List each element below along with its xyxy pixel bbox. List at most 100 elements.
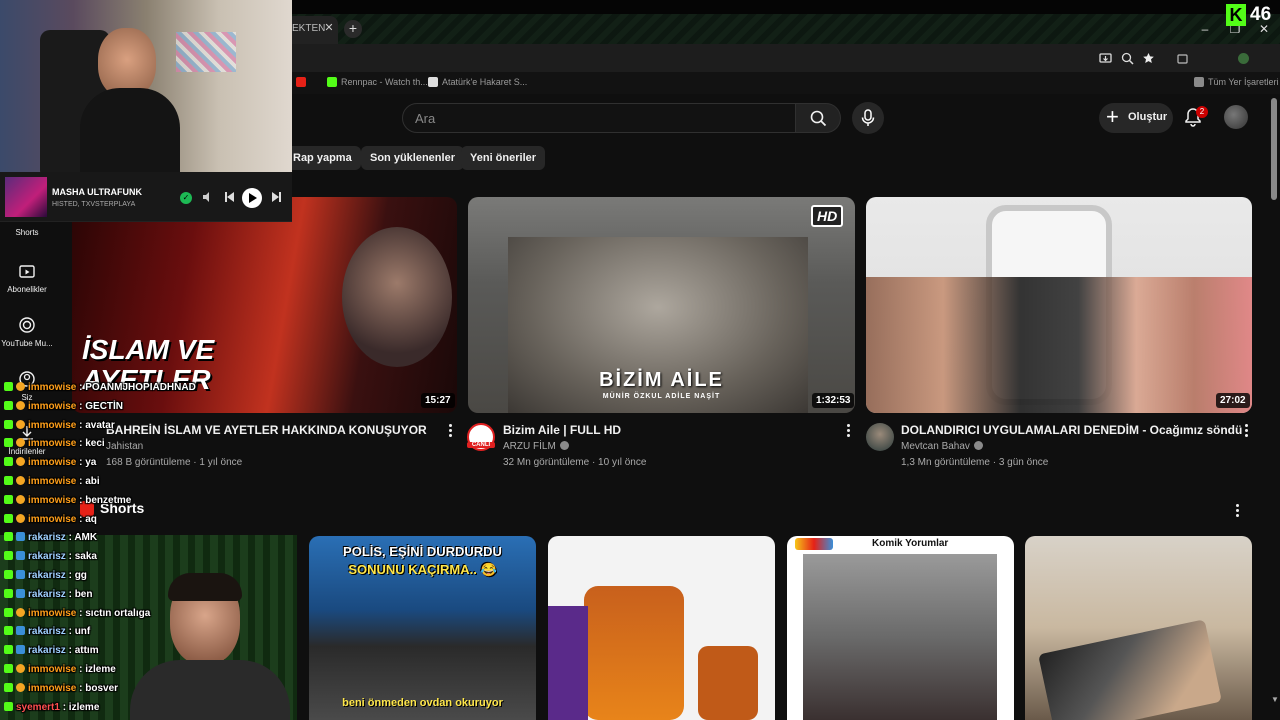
subscriber-badge-icon bbox=[16, 626, 25, 636]
search-icon bbox=[810, 110, 827, 127]
kick-badge-icon bbox=[4, 701, 13, 711]
chat-username[interactable]: immowise bbox=[28, 401, 76, 412]
chat-username[interactable]: immowise bbox=[28, 420, 76, 431]
channel-name[interactable]: Jahistan bbox=[106, 441, 143, 452]
search-button[interactable] bbox=[795, 103, 841, 133]
kick-badge-icon bbox=[4, 570, 13, 579]
new-tab-button[interactable]: + bbox=[344, 20, 362, 38]
search-input[interactable]: Ara bbox=[402, 103, 796, 133]
chat-username[interactable]: immowise bbox=[28, 664, 76, 675]
all-bookmarks-link[interactable]: Tüm Yer İşaretleri bbox=[1208, 77, 1279, 87]
folder-icon[interactable] bbox=[1194, 77, 1204, 87]
more-options-icon[interactable] bbox=[845, 424, 851, 439]
chat-username[interactable]: syemert1 bbox=[16, 702, 60, 713]
short-package bbox=[548, 606, 588, 720]
volume-icon[interactable] bbox=[202, 191, 214, 206]
thumbnail-subtext: MÜNİR ÖZKUL ADİLE NAŞİT bbox=[602, 393, 721, 400]
chat-message: rakarisz : saka bbox=[4, 551, 97, 567]
video-duration: 27:02 bbox=[1216, 393, 1250, 408]
chat-text: : abi bbox=[76, 476, 100, 487]
chat-username[interactable]: rakarisz bbox=[28, 589, 66, 600]
verified-icon bbox=[973, 441, 983, 450]
chat-text: : izleme bbox=[76, 664, 116, 675]
more-options-icon[interactable] bbox=[1243, 424, 1249, 439]
chat-username[interactable]: immowise bbox=[28, 514, 76, 525]
og-badge-icon bbox=[16, 494, 25, 504]
bookmark-item[interactable]: Atatürk'e Hakaret S... bbox=[442, 77, 527, 87]
liked-check-icon[interactable]: ✓ bbox=[180, 192, 192, 204]
nav-shorts[interactable]: Shorts bbox=[0, 228, 54, 237]
minimize-button[interactable]: – bbox=[1190, 18, 1220, 40]
short-card[interactable]: Komik Yorumlar bbox=[787, 536, 1014, 720]
page-icon[interactable] bbox=[428, 77, 438, 87]
previous-track-icon[interactable] bbox=[223, 191, 235, 206]
youtube-icon[interactable] bbox=[296, 77, 306, 87]
short-card[interactable]: POLİS, EŞİNİ DURDURDU SONUNU KAÇIRMA.. 😂… bbox=[309, 536, 536, 720]
profile-icon[interactable] bbox=[1236, 52, 1250, 66]
chat-username[interactable]: rakarisz bbox=[28, 532, 66, 543]
chat-username[interactable]: rakarisz bbox=[28, 551, 66, 562]
thumbnail-people bbox=[866, 277, 1252, 413]
chat-username[interactable]: immowise bbox=[28, 438, 76, 449]
chat-username[interactable]: immowise bbox=[28, 382, 76, 393]
voice-search-button[interactable] bbox=[852, 102, 884, 134]
play-button[interactable] bbox=[242, 188, 262, 208]
nav-label: Abonelikler bbox=[7, 285, 47, 294]
chat-text: : saka bbox=[65, 551, 97, 563]
account-avatar[interactable] bbox=[1224, 105, 1248, 129]
short-card[interactable] bbox=[548, 536, 775, 720]
more-options-icon[interactable] bbox=[1234, 504, 1240, 519]
video-title[interactable]: Bizim Aile | FULL HD bbox=[503, 423, 621, 437]
viewer-count: 46 bbox=[1250, 4, 1272, 25]
chat-username[interactable]: immowise bbox=[28, 608, 76, 619]
chat-username[interactable]: rakarisz bbox=[28, 645, 66, 656]
bookmarks-bar bbox=[290, 72, 1280, 94]
notification-badge: 2 bbox=[1196, 106, 1208, 118]
page-scrollbar[interactable] bbox=[1271, 98, 1277, 200]
video-thumbnail[interactable]: İSLAM VE AYETLER bbox=[72, 197, 457, 413]
next-track-icon[interactable] bbox=[271, 191, 283, 206]
hd-badge: HD bbox=[811, 205, 844, 227]
nav-youtube-music[interactable]: YouTube Mu... bbox=[0, 316, 54, 348]
short-phone-case bbox=[698, 646, 758, 720]
chat-username[interactable]: immowise bbox=[28, 683, 76, 694]
subscriber-badge-icon bbox=[16, 551, 25, 561]
chip-rap[interactable]: Rap yapma bbox=[284, 146, 361, 170]
short-bottom-caption: beni önmeden ovdan okuruyor bbox=[342, 697, 503, 709]
chat-username[interactable]: immowise bbox=[28, 495, 76, 506]
streamer-shirt bbox=[80, 88, 180, 172]
video-thumbnail[interactable] bbox=[866, 197, 1252, 413]
chat-username[interactable]: immowise bbox=[28, 457, 76, 468]
bookmark-item[interactable]: Rennpac - Watch th... bbox=[341, 77, 428, 87]
more-options-icon[interactable] bbox=[447, 424, 453, 439]
channel-name[interactable]: ARZU FİLM bbox=[503, 441, 569, 452]
chip-recent[interactable]: Son yüklenenler bbox=[361, 146, 464, 170]
video-duration: 1:32:53 bbox=[812, 393, 855, 408]
video-thumbnail[interactable]: HD BİZİM AİLE MÜNİR ÖZKUL ADİLE NAŞİT bbox=[468, 197, 855, 413]
bookmark-star-icon[interactable] bbox=[1141, 52, 1155, 66]
video-title[interactable]: DOLANDIRICI UYGULAMALARI DENEDİM - Ocağı… bbox=[901, 423, 1242, 437]
kick-logo: K bbox=[1226, 4, 1246, 26]
chat-text: : unf bbox=[65, 626, 91, 638]
extensions-icon[interactable] bbox=[1175, 52, 1189, 66]
og-badge-icon bbox=[16, 382, 25, 391]
nav-label: YouTube Mu... bbox=[1, 339, 53, 348]
nav-subscriptions[interactable]: Abonelikler bbox=[0, 262, 54, 294]
short-caption: SONUNU KAÇIRMA.. 😂 bbox=[348, 562, 497, 577]
channel-avatar[interactable] bbox=[866, 423, 894, 451]
streamer-webcam bbox=[0, 0, 292, 172]
kick-icon[interactable] bbox=[327, 77, 337, 87]
chat-username[interactable]: rakarisz bbox=[28, 570, 66, 581]
chat-username[interactable]: rakarisz bbox=[28, 626, 66, 637]
channel-name[interactable]: Mevtcan Bahav bbox=[901, 441, 983, 452]
kick-badge-icon bbox=[4, 476, 13, 485]
video-title[interactable]: BAHREİN İSLAM VE AYETLER HAKKINDA KONUŞU… bbox=[106, 423, 427, 437]
zoom-icon[interactable] bbox=[1120, 52, 1134, 66]
chat-message: immowise : keci bbox=[4, 438, 105, 454]
install-app-icon[interactable] bbox=[1098, 52, 1112, 66]
chip-new-suggestions[interactable]: Yeni öneriler bbox=[461, 146, 546, 170]
chat-username[interactable]: immowise bbox=[28, 476, 76, 487]
short-card[interactable] bbox=[1025, 536, 1252, 720]
scroll-down-arrow[interactable]: ▼ bbox=[1271, 695, 1279, 704]
tab-close-icon[interactable]: ✕ bbox=[322, 21, 336, 35]
